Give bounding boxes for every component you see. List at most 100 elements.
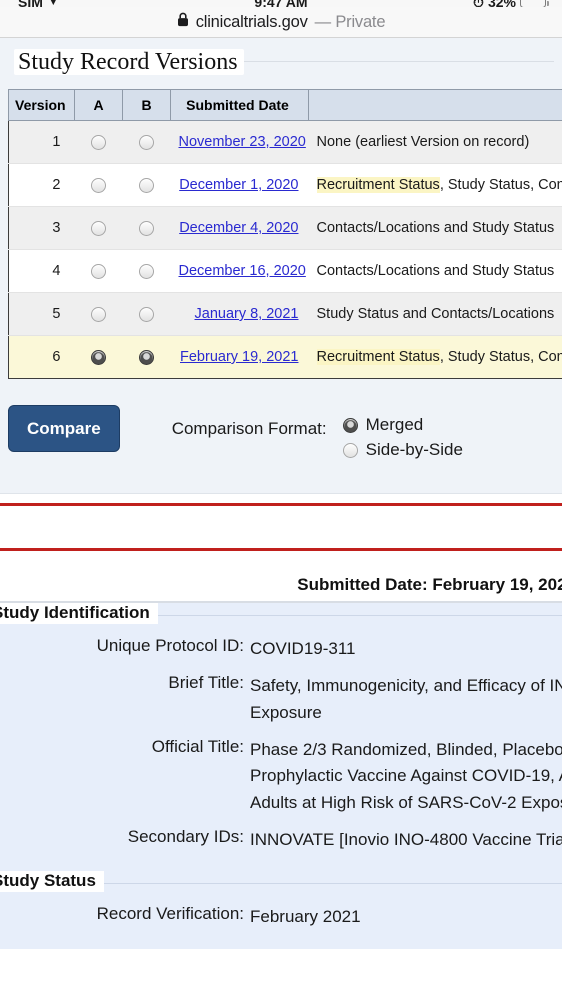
radio-merged-label: Merged bbox=[365, 415, 424, 434]
submitted-date-link[interactable]: January 8, 2021 bbox=[195, 306, 299, 322]
cell-radio-b[interactable] bbox=[122, 292, 171, 336]
submitted-date-link[interactable]: December 4, 2020 bbox=[179, 220, 298, 236]
record-section: Study Identification Unique Protocol ID: C… bbox=[0, 603, 562, 872]
battery-icon bbox=[520, 0, 549, 7]
cell-submitted-date: January 8, 2021 bbox=[170, 292, 309, 336]
radio-b-icon[interactable] bbox=[139, 134, 154, 150]
record-sections: Study Identification Unique Protocol ID: C… bbox=[0, 603, 562, 949]
cell-version: 4 bbox=[8, 249, 75, 293]
cell-changes: None (earliest Version on record) bbox=[308, 120, 562, 164]
record-field-value: COVID19-311 bbox=[250, 639, 356, 658]
radio-a-icon[interactable] bbox=[91, 349, 106, 365]
record-field-label: Record Verification: bbox=[96, 904, 244, 924]
cell-radio-a[interactable] bbox=[74, 292, 123, 336]
changes-highlight-text: Recruitment Status bbox=[316, 349, 440, 365]
radio-option-merged[interactable]: Merged bbox=[342, 415, 463, 435]
lock-icon bbox=[177, 12, 189, 32]
record-field: Brief Title: Safety, Immunogenicity, and … bbox=[0, 673, 562, 726]
page-title: Study Record Versions bbox=[14, 49, 244, 75]
cell-submitted-date: February 19, 2021 bbox=[170, 335, 309, 379]
submitted-date-link[interactable]: December 16, 2020 bbox=[179, 263, 306, 279]
cell-changes: Contacts/Locations and Study Status bbox=[308, 249, 562, 293]
cell-version: 1 bbox=[8, 120, 75, 164]
cell-version: 5 bbox=[8, 292, 75, 336]
record-field: Unique Protocol ID: COVID19-311 bbox=[0, 636, 562, 662]
radio-a-icon[interactable] bbox=[91, 134, 106, 150]
private-mode-label: — Private bbox=[314, 12, 386, 31]
column-header-submitted-date: Submitted Date bbox=[170, 89, 309, 121]
cell-changes: Recruitment Status, Study Status, Contac… bbox=[308, 335, 562, 379]
cell-radio-a[interactable] bbox=[74, 249, 123, 293]
cell-radio-a[interactable] bbox=[74, 335, 123, 379]
cell-radio-b[interactable] bbox=[122, 120, 171, 164]
comparison-format-label: Comparison Format: bbox=[171, 419, 327, 438]
cell-submitted-date: December 1, 2020 bbox=[170, 163, 309, 207]
record-field-label: Secondary IDs: bbox=[127, 827, 244, 847]
compare-controls: Compare Comparison Format: Merged Side-b… bbox=[8, 405, 562, 460]
cell-changes: Study Status and Contacts/Locations bbox=[308, 292, 562, 336]
radio-b-icon[interactable] bbox=[139, 349, 154, 365]
radio-option-side-by-side[interactable]: Side-by-Side bbox=[342, 440, 463, 460]
radio-side-by-side-icon[interactable] bbox=[342, 442, 358, 458]
url-host-label: clinicaltrials.gov bbox=[195, 12, 308, 31]
cell-radio-a[interactable] bbox=[74, 120, 123, 164]
cell-radio-b[interactable] bbox=[122, 335, 171, 379]
cell-version: 6 bbox=[8, 335, 75, 379]
record-field: Official Title: Phase 2/3 Randomized, Bli… bbox=[0, 737, 562, 816]
cell-version: 3 bbox=[8, 206, 75, 250]
versions-table-header-row: Version A B Submitted Date bbox=[8, 89, 562, 121]
submitted-date-link[interactable]: February 19, 2021 bbox=[180, 349, 299, 365]
changes-highlight-text: Recruitment Status bbox=[316, 177, 440, 193]
column-header-b: B bbox=[122, 89, 171, 121]
radio-side-by-side-label: Side-by-Side bbox=[365, 440, 463, 459]
radio-b-icon[interactable] bbox=[139, 306, 154, 322]
radio-b-icon[interactable] bbox=[139, 220, 154, 236]
cell-submitted-date: December 4, 2020 bbox=[170, 206, 309, 250]
radio-a-icon[interactable] bbox=[91, 306, 106, 322]
radio-merged-icon[interactable] bbox=[342, 417, 358, 433]
table-row: 1 November 23, 2020 None (earliest Version… bbox=[8, 120, 562, 164]
submitted-date-link[interactable]: December 1, 2020 bbox=[179, 177, 298, 193]
cell-radio-a[interactable] bbox=[74, 206, 123, 250]
cell-submitted-date: December 16, 2020 bbox=[170, 249, 309, 293]
cell-submitted-date: November 23, 2020 bbox=[170, 120, 309, 164]
table-row: 4 December 16, 2020 Contacts/Locations and… bbox=[8, 249, 562, 293]
study-record-versions-panel: Study Record Versions Version A B Submit… bbox=[0, 38, 562, 488]
record-field-value: Safety, Immunogenicity, and Efficacy of … bbox=[250, 676, 562, 722]
versions-table: Version A B Submitted Date 1 November 23,… bbox=[8, 89, 562, 379]
changes-text: Contacts/Locations and Study Status bbox=[316, 220, 555, 236]
record-field-label: Brief Title: bbox=[168, 673, 244, 693]
panel-bottom-edge bbox=[0, 488, 562, 494]
record-header-gap bbox=[0, 506, 562, 539]
radio-a-icon[interactable] bbox=[91, 220, 106, 236]
submitted-date-link[interactable]: November 23, 2020 bbox=[179, 134, 306, 150]
radio-b-icon[interactable] bbox=[139, 263, 154, 279]
changes-text: Contacts/Locations and Study Status bbox=[316, 263, 555, 279]
battery-percent-label: 32% bbox=[488, 0, 516, 7]
comparison-format-options: Merged Side-by-Side bbox=[342, 415, 463, 460]
record-submit-strip: Submitted Date: February 19, 2021 bbox=[0, 551, 562, 601]
timer-icon: ⏱ bbox=[473, 0, 484, 7]
table-row: 3 December 4, 2020 Contacts/Locations and … bbox=[8, 206, 562, 250]
record-section-heading: Study Identification bbox=[0, 603, 158, 624]
ios-status-bar: SIM ▼ 9:47 AM ⏱ 32% bbox=[0, 0, 562, 7]
cell-radio-b[interactable] bbox=[122, 249, 171, 293]
submitted-date-heading: Submitted Date: February 19, 2021 bbox=[297, 575, 562, 594]
versions-heading-wrap: Study Record Versions bbox=[0, 49, 562, 75]
table-row: 2 December 1, 2020 Recruitment Status, Stu… bbox=[8, 163, 562, 207]
cell-radio-a[interactable] bbox=[74, 163, 123, 207]
compare-button[interactable]: Compare bbox=[8, 405, 120, 452]
versions-table-body: 1 November 23, 2020 None (earliest Version… bbox=[8, 120, 562, 379]
record-field-value: INNOVATE [Inovio INO-4800 Vaccine Trial] bbox=[250, 830, 562, 850]
cell-radio-b[interactable] bbox=[122, 163, 171, 207]
table-row: 5 January 8, 2021 Study Status and Contact… bbox=[8, 292, 562, 336]
radio-a-icon[interactable] bbox=[91, 263, 106, 279]
radio-b-icon[interactable] bbox=[139, 177, 154, 193]
cell-radio-b[interactable] bbox=[122, 206, 171, 250]
changes-text: , Study Status, Contacts/Locations bbox=[439, 349, 562, 365]
radio-a-icon[interactable] bbox=[91, 177, 106, 193]
table-row: 6 February 19, 2021 Recruitment Status, St… bbox=[8, 335, 562, 379]
browser-url-bar[interactable]: clinicaltrials.gov — Private bbox=[0, 7, 562, 38]
